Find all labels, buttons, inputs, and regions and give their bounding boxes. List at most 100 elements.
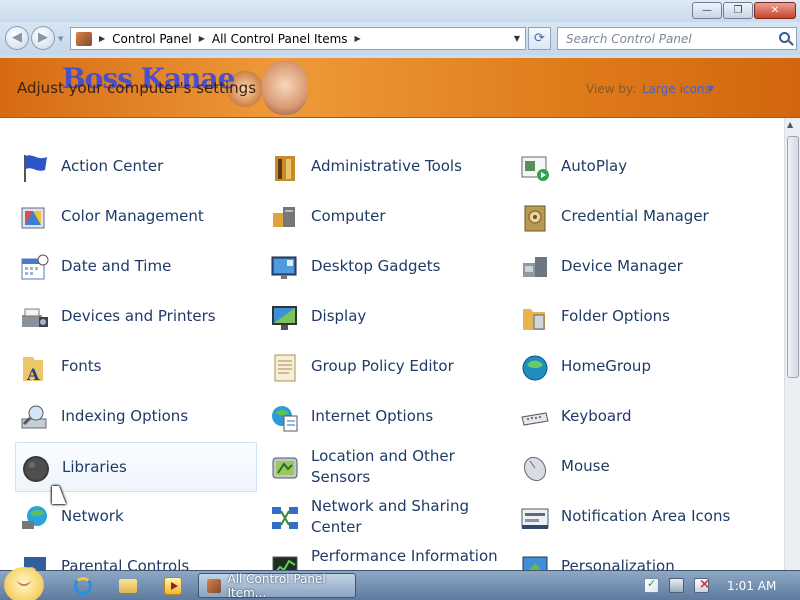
item-label: Color Management [61, 207, 204, 225]
breadcrumb-all-items[interactable]: All Control Panel Items [212, 32, 348, 46]
folder-options-icon [523, 309, 545, 330]
breadcrumb-separator[interactable]: ▶ [199, 34, 205, 43]
taskbar-button-control-panel[interactable]: All Control Panel Item... [198, 571, 356, 600]
item-date-and-time[interactable]: Date and Time [15, 242, 257, 292]
chevron-down-icon[interactable]: ▼ [708, 84, 714, 93]
svg-text:A: A [26, 365, 40, 383]
item-mouse[interactable]: Mouse [515, 442, 757, 492]
control-panel-icon [76, 31, 92, 46]
item-label: Notification Area Icons [561, 507, 731, 525]
item-label: HomeGroup [561, 357, 651, 375]
item-label: Network and Sharing Center [311, 497, 469, 536]
item-action-center[interactable]: Action Center [15, 142, 257, 192]
control-panel-items: Action Center Administrative Tools AutoP… [0, 118, 784, 570]
item-devices-and-printers[interactable]: Devices and Printers [15, 292, 257, 342]
credential-manager-icon [524, 205, 546, 232]
item-notification-area-icons[interactable]: Notification Area Icons [515, 492, 757, 542]
close-button[interactable]: ✕ [754, 2, 796, 19]
view-by-label: View by: [586, 82, 637, 96]
internet-explorer-icon[interactable] [74, 577, 92, 595]
item-keyboard[interactable]: Keyboard [515, 392, 757, 442]
personalization-icon [522, 556, 548, 570]
item-label: Indexing Options [61, 407, 189, 425]
item-label: Parental Controls [61, 557, 190, 570]
breadcrumb-separator[interactable]: ▶ [355, 34, 361, 43]
item-performance-information[interactable]: Performance Information and Tools [265, 542, 507, 570]
item-desktop-gadgets[interactable]: Desktop Gadgets [265, 242, 507, 292]
window-caption-buttons: — ❐ ✕ [692, 2, 796, 19]
item-libraries[interactable]: Libraries [15, 442, 257, 492]
item-parental-controls[interactable]: Parental Controls [15, 542, 257, 570]
minimize-button[interactable]: — [692, 2, 722, 19]
action-center-flag-icon[interactable] [644, 577, 659, 593]
breadcrumb-separator[interactable]: ▶ [99, 34, 105, 43]
item-network-and-sharing-center[interactable]: Network and Sharing Center [265, 492, 507, 542]
desktop-gadgets-icon [271, 256, 297, 279]
item-color-management[interactable]: Color Management [15, 192, 257, 242]
item-label: Devices and Printers [61, 307, 216, 325]
clock[interactable]: 1:01 AM [727, 579, 776, 593]
search-icon[interactable] [779, 32, 790, 43]
scrollbar-thumb[interactable] [787, 136, 799, 378]
autoplay-icon [521, 156, 549, 181]
item-label: Desktop Gadgets [311, 257, 441, 275]
vertical-scrollbar[interactable]: ▲ [784, 118, 800, 570]
address-bar[interactable]: ▶ Control Panel ▶ All Control Panel Item… [70, 27, 526, 50]
media-player-icon[interactable] [164, 577, 182, 595]
item-indexing-options[interactable]: Indexing Options [15, 392, 257, 442]
item-display[interactable]: Display [265, 292, 507, 342]
color-management-icon [21, 207, 45, 229]
group-policy-editor-icon [274, 354, 296, 382]
windows-explorer-icon[interactable] [119, 579, 137, 593]
network-status-icon[interactable] [669, 578, 684, 593]
maximize-button[interactable]: ❐ [723, 2, 753, 19]
item-label: Folder Options [561, 307, 670, 325]
item-autoplay[interactable]: AutoPlay [515, 142, 757, 192]
view-by-dropdown[interactable]: Large icons [642, 82, 711, 96]
network-sharing-center-icon [272, 507, 298, 529]
address-dropdown-button[interactable]: ▼ [514, 34, 520, 43]
search-box[interactable] [557, 27, 797, 50]
item-folder-options[interactable]: Folder Options [515, 292, 757, 342]
item-credential-manager[interactable]: Credential Manager [515, 192, 757, 242]
taskbar: All Control Panel Item... 1:01 AM [0, 567, 800, 600]
breadcrumb-control-panel[interactable]: Control Panel [112, 32, 192, 46]
item-location-and-other-sensors[interactable]: Location and Other Sensors [265, 442, 507, 492]
item-administrative-tools[interactable]: Administrative Tools [265, 142, 507, 192]
location-sensors-icon [272, 457, 298, 479]
mouse-pointer [52, 486, 66, 504]
control-panel-icon [207, 578, 222, 593]
taskbar-button-label: All Control Panel Item... [227, 571, 326, 600]
back-button[interactable]: ◀ [5, 26, 29, 50]
refresh-button[interactable]: ⟳ [528, 27, 551, 50]
window-title-bar: — ❐ ✕ [0, 0, 800, 22]
search-input[interactable] [558, 28, 768, 49]
volume-muted-icon[interactable] [694, 577, 710, 593]
item-label: Fonts [61, 357, 102, 375]
forward-button[interactable]: ▶ [31, 26, 55, 50]
performance-information-icon [272, 556, 298, 570]
item-label: Location and Other Sensors [311, 447, 455, 486]
navigation-bar: ◀ ▶ ▼ ▶ Control Panel ▶ All Control Pane… [0, 22, 800, 55]
item-group-policy-editor[interactable]: Group Policy Editor [265, 342, 507, 392]
action-center-icon [24, 155, 47, 182]
item-computer[interactable]: Computer [265, 192, 507, 242]
item-homegroup[interactable]: HomeGroup [515, 342, 757, 392]
item-label: AutoPlay [561, 157, 628, 175]
item-internet-options[interactable]: Internet Options [265, 392, 507, 442]
item-personalization[interactable]: Personalization [515, 542, 757, 570]
display-icon [272, 306, 297, 330]
start-button[interactable] [4, 567, 44, 600]
item-device-manager[interactable]: Device Manager [515, 242, 757, 292]
item-label: Computer [311, 207, 386, 225]
item-label: Keyboard [561, 407, 632, 425]
recent-pages-dropdown[interactable]: ▼ [58, 35, 63, 43]
scroll-up-button[interactable]: ▲ [787, 120, 793, 129]
logo-child-image [262, 61, 308, 115]
date-and-time-icon [21, 254, 49, 280]
item-fonts[interactable]: A Fonts [15, 342, 257, 392]
page-title: Adjust your computer's settings [17, 79, 257, 97]
item-label: Libraries [62, 458, 127, 476]
item-label: Date and Time [61, 257, 172, 275]
devices-and-printers-icon [22, 308, 48, 327]
